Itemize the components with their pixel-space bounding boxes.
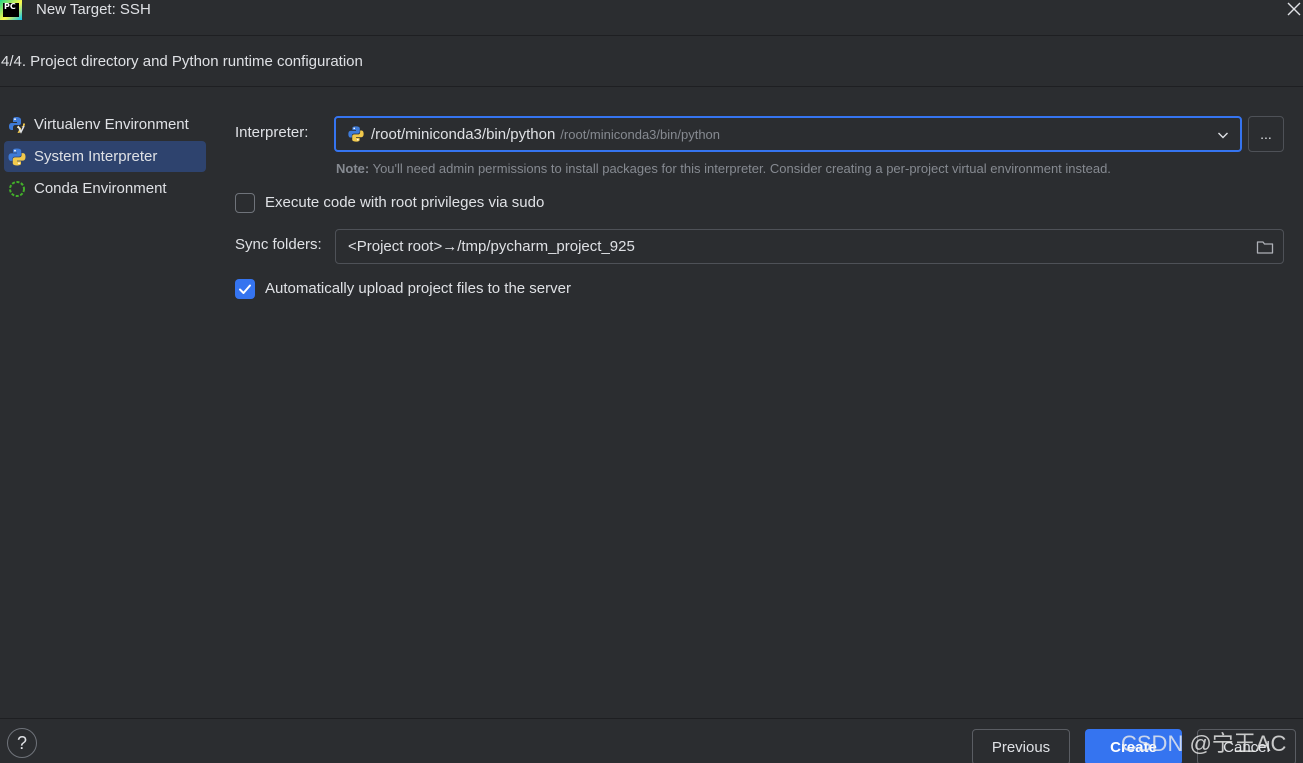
pycharm-logo-icon: PC [0, 0, 22, 20]
auto-upload-label[interactable]: Automatically upload project files to th… [265, 280, 571, 297]
interpreter-path-hint: /root/miniconda3/bin/python [560, 126, 721, 142]
note-prefix: Note: [336, 161, 370, 176]
nav-item-label: Virtualenv Environment [34, 116, 189, 133]
sudo-checkbox[interactable] [235, 193, 255, 213]
sudo-label[interactable]: Execute code with root privileges via su… [265, 194, 544, 211]
help-button[interactable]: ? [7, 728, 37, 758]
sync-folders-label: Sync folders: [235, 236, 322, 253]
previous-button[interactable]: Previous [972, 729, 1070, 763]
title-bar: PC New Target: SSH [0, 0, 1303, 34]
sync-folders-field[interactable]: <Project root>→/tmp/pycharm_project_925 [335, 229, 1284, 264]
interpreter-combobox[interactable]: /root/miniconda3/bin/python /root/minico… [334, 116, 1242, 152]
admin-permissions-note: Note: You'll need admin permissions to i… [336, 161, 1111, 176]
conda-icon [7, 179, 27, 199]
browse-interpreter-button[interactable]: ... [1248, 116, 1284, 152]
close-icon[interactable] [1287, 2, 1301, 16]
nav-item-label: Conda Environment [34, 180, 167, 197]
environment-type-list: Virtualenv Environment System Interprete… [4, 109, 206, 205]
footer-divider [0, 718, 1303, 719]
auto-upload-checkbox[interactable] [235, 279, 255, 299]
python-icon [7, 147, 27, 167]
checkmark-icon [239, 284, 251, 294]
note-text: You'll need admin permissions to install… [369, 161, 1111, 176]
sync-folders-value: <Project root>→/tmp/pycharm_project_925 [348, 238, 635, 255]
nav-item-conda[interactable]: Conda Environment [4, 173, 206, 204]
window-title: New Target: SSH [36, 1, 151, 18]
chevron-down-icon[interactable] [1216, 128, 1230, 142]
new-target-ssh-dialog: PC New Target: SSH 4/4. Project director… [0, 0, 1303, 763]
folder-icon[interactable] [1255, 237, 1275, 257]
title-divider [0, 35, 1303, 36]
header-divider [0, 86, 1303, 87]
nav-item-label: System Interpreter [34, 148, 158, 165]
cancel-button[interactable]: Cancel [1197, 729, 1296, 763]
create-button[interactable]: Create [1085, 729, 1182, 763]
virtualenv-icon [7, 115, 27, 135]
interpreter-value: /root/miniconda3/bin/python [371, 125, 556, 143]
nav-item-virtualenv[interactable]: Virtualenv Environment [4, 109, 206, 140]
step-header: 4/4. Project directory and Python runtim… [1, 53, 363, 70]
nav-item-system-interpreter[interactable]: System Interpreter [4, 141, 206, 172]
python-icon [347, 125, 365, 143]
interpreter-label: Interpreter: [235, 124, 309, 141]
